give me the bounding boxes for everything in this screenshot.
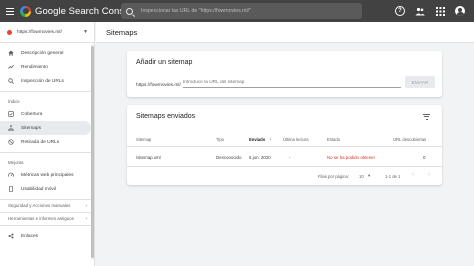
previous-page-icon[interactable]: ‹ <box>412 172 414 178</box>
help-icon[interactable]: ? <box>395 6 405 16</box>
chevron-right-icon: › <box>85 203 87 208</box>
next-page-icon[interactable]: › <box>428 172 430 178</box>
google-logo-icon <box>20 5 31 17</box>
submitted-sitemaps-card: Sitemaps enviados Sitemap Tipo Enviado ↓… <box>127 105 442 185</box>
section-legacy[interactable]: Herramientas e informes antiguos › <box>0 216 94 222</box>
sidebar-item-sitemaps[interactable]: Sitemaps <box>0 121 91 135</box>
card-title: Sitemaps enviados <box>136 113 196 120</box>
column-header-submitted[interactable]: Enviado <box>249 137 265 142</box>
cell-discovered-urls: 0 <box>423 155 426 160</box>
sidebar-item-removals[interactable]: Retirada de URLs <box>0 135 94 149</box>
chevron-down-icon: ▼ <box>83 29 88 35</box>
menu-icon[interactable] <box>0 0 20 22</box>
section-security[interactable]: Seguridad y Acciones manuales › <box>0 203 94 209</box>
column-header-status[interactable]: Estado <box>327 137 340 142</box>
sidebar-item-label: Inspección de URLs <box>21 78 64 84</box>
sort-arrow-icon[interactable]: ↓ <box>269 136 272 142</box>
links-icon <box>8 233 14 239</box>
sidebar-item-coverage[interactable]: Cobertura <box>0 107 94 121</box>
trending-icon <box>8 64 14 70</box>
column-header-last-read[interactable]: Última lectura <box>283 137 309 142</box>
sidebar-item-performance[interactable]: Rendimiento <box>0 60 94 74</box>
page-range: 1-1 de 1 <box>385 174 401 179</box>
search-icon <box>126 7 133 15</box>
cell-type: Desconocido <box>216 155 242 160</box>
search-icon <box>8 78 14 84</box>
chevron-down-icon[interactable]: ▾ <box>368 173 370 179</box>
rows-per-page-label: Filas por página: <box>318 174 349 179</box>
send-button[interactable]: ENVIAR <box>405 76 435 88</box>
people-icon[interactable] <box>415 6 425 16</box>
divider <box>0 91 94 92</box>
sidebar-item-links[interactable]: Enlaces <box>0 229 94 243</box>
sidebar-item-mobile-usability[interactable]: Usabilidad móvil <box>0 182 94 196</box>
sidebar-item-label: Retirada de URLs <box>21 139 60 145</box>
sidebar: https://fowmovies.ml/ ▼ Descripción gene… <box>0 22 95 266</box>
home-icon <box>8 50 14 56</box>
page-title: Sitemaps <box>96 22 474 43</box>
divider <box>0 199 94 200</box>
search-input[interactable]: Inspeccionar las URL de "https://fowmovi… <box>141 8 251 14</box>
phone-icon <box>8 186 14 192</box>
cell-last-read: - <box>289 155 291 160</box>
removal-icon <box>8 139 14 145</box>
sidebar-item-label: Cobertura <box>21 111 43 117</box>
speed-icon <box>8 172 14 178</box>
column-header-type[interactable]: Tipo <box>216 137 224 142</box>
sidebar-item-label: Sitemaps <box>21 125 41 131</box>
property-selector[interactable]: https://fowmovies.ml/ ▼ <box>0 22 94 43</box>
logo[interactable]: Google Search Console <box>20 0 137 22</box>
property-icon <box>7 29 12 35</box>
url-prefix: https://fowmovies.ml/ <box>136 83 181 88</box>
property-url: https://fowmovies.ml/ <box>17 29 62 35</box>
divider <box>0 152 94 153</box>
cell-submitted: 5 jun. 2020 <box>249 155 271 160</box>
cell-sitemap: /sitemap.xml <box>136 155 161 160</box>
url-inspection-search[interactable]: Inspeccionar las URL de "https://fowmovi… <box>121 3 362 19</box>
coverage-icon <box>8 111 14 117</box>
add-sitemap-card: Añadir un sitemap https://fowmovies.ml/ … <box>127 51 442 97</box>
sidebar-item-label: Descripción general <box>21 50 64 56</box>
sidebar-item-label: Rendimiento <box>21 64 48 70</box>
sidebar-item-core-web-vitals[interactable]: Métricas web principales <box>0 168 94 182</box>
filter-icon[interactable] <box>423 114 430 120</box>
section-header-improvements: Mejoras <box>8 159 24 165</box>
sidebar-item-overview[interactable]: Descripción general <box>0 46 94 60</box>
sidebar-item-label: Métricas web principales <box>21 172 74 178</box>
rows-per-page-select[interactable]: 10 <box>359 174 364 179</box>
sidebar-item-label: Usabilidad móvil <box>21 186 56 192</box>
top-app-bar: Google Search Console Inspeccionar las U… <box>0 0 474 22</box>
divider <box>0 212 94 213</box>
section-header-index: Índice <box>8 98 20 104</box>
cell-status: No se ha podido obtener <box>327 155 376 160</box>
avatar-icon[interactable] <box>455 6 465 16</box>
sitemap-url-input[interactable] <box>182 79 401 88</box>
card-title: Añadir un sitemap <box>136 59 193 66</box>
column-header-sitemap[interactable]: Sitemap <box>136 137 151 142</box>
pagination: Filas por página: 10 ▾ 1-1 de 1 ‹ › <box>127 168 442 185</box>
chevron-right-icon: › <box>85 216 87 221</box>
section-header-security: Seguridad y Acciones manuales <box>8 203 71 208</box>
table-header: Sitemap Tipo Enviado ↓ Última lectura Es… <box>127 132 442 147</box>
divider <box>0 225 94 226</box>
section-header-legacy: Herramientas e informes antiguos <box>8 216 74 221</box>
sidebar-scrollbar[interactable] <box>91 46 94 258</box>
table-row[interactable]: /sitemap.xml Desconocido 5 jun. 2020 - N… <box>127 148 442 167</box>
sitemap-icon <box>8 125 14 131</box>
sidebar-item-url-inspection[interactable]: Inspección de URLs <box>0 74 94 88</box>
column-header-discovered-urls[interactable]: URL descubiertas <box>393 137 426 142</box>
apps-icon[interactable] <box>435 6 445 16</box>
sidebar-item-label: Enlaces <box>21 233 39 239</box>
